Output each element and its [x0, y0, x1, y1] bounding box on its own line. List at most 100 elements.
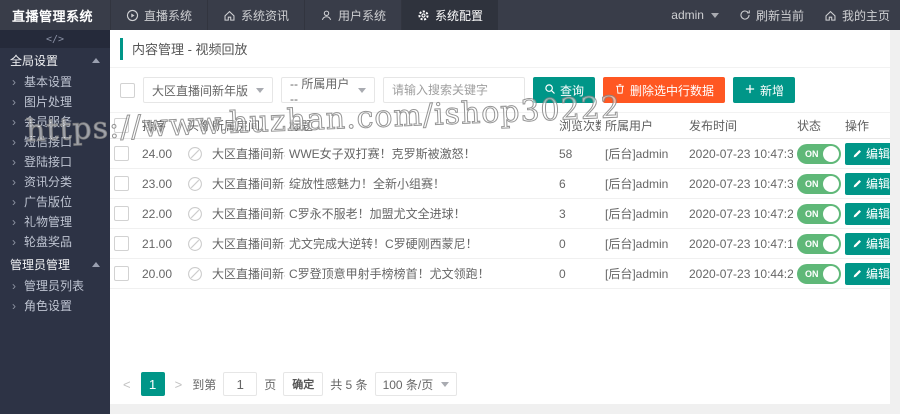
- avatar-placeholder-icon: [187, 176, 203, 192]
- prev-page-button[interactable]: <: [120, 377, 134, 392]
- chevron-right-icon: ›: [12, 112, 16, 132]
- edit-button[interactable]: 编辑: [845, 143, 890, 165]
- cell-user: [后台]admin: [601, 139, 685, 169]
- search-button[interactable]: 查询: [533, 77, 595, 103]
- sidebar-item[interactable]: › 短信接口: [0, 132, 110, 152]
- chevron-right-icon: ›: [12, 276, 16, 296]
- nav-item-3[interactable]: 用户系统: [304, 0, 401, 30]
- toggle-on-label: ON: [805, 149, 819, 159]
- status-toggle[interactable]: ON: [797, 144, 841, 164]
- cell-room: 大区直播间新年版: [208, 259, 285, 289]
- sidebar-item[interactable]: ›轮盘奖品: [0, 232, 110, 252]
- row-checkbox[interactable]: [114, 206, 129, 221]
- chevron-down-icon: [711, 13, 719, 18]
- navbar-link-2[interactable]: 我的主页: [814, 7, 900, 24]
- cell-time: 2020-07-23 10:47:20: [685, 199, 793, 229]
- cell-sort: 20.00: [138, 259, 183, 289]
- play-circle-icon: [126, 9, 139, 22]
- cell-time: 2020-07-23 10:47:39: [685, 139, 793, 169]
- edit-button[interactable]: 编辑: [845, 233, 890, 255]
- cell-sort: 21.00: [138, 229, 183, 259]
- row-checkbox[interactable]: [114, 236, 129, 251]
- cell-actions: 编辑...: [841, 229, 890, 259]
- nav-item-4[interactable]: 系统配置: [401, 0, 498, 30]
- sidebar-item[interactable]: ›角色设置: [0, 296, 110, 316]
- sidebar-item[interactable]: ›广告版位: [0, 192, 110, 212]
- page-1-button[interactable]: 1: [141, 372, 165, 396]
- chevron-right-icon: ›: [12, 132, 16, 152]
- sidebar-section-title-2[interactable]: 管理员管理: [0, 252, 110, 276]
- cell-avatar: [183, 139, 208, 169]
- cell-status: ON: [793, 139, 841, 169]
- toggle-knob: [823, 176, 839, 192]
- edit-button[interactable]: 编辑: [845, 203, 890, 225]
- cell-title: WWE女子双打赛！克罗斯被激怒！: [285, 139, 555, 169]
- pencil-icon: [852, 148, 863, 159]
- status-toggle[interactable]: ON: [797, 174, 841, 194]
- row-checkbox[interactable]: [114, 266, 129, 281]
- sidebar-item-label: 短信接口: [24, 135, 72, 149]
- chevron-right-icon: ›: [12, 232, 16, 252]
- chevron-up-icon: [92, 262, 100, 267]
- sidebar: </> 全局设置›基本设置›图片处理›会员服务›短信接口›登陆接口›资讯分类›广…: [0, 30, 110, 414]
- sidebar-item-label: 礼物管理: [24, 215, 72, 229]
- user-select[interactable]: -- 所属用户 --: [281, 77, 375, 103]
- sidebar-section-title-1[interactable]: 全局设置: [0, 48, 110, 72]
- table-header-cell: 所属用户: [601, 113, 685, 139]
- user-menu[interactable]: admin: [661, 8, 729, 22]
- next-page-button[interactable]: >: [172, 377, 186, 392]
- cell-user: [后台]admin: [601, 259, 685, 289]
- room-select-value: 大区直播间新年版: [152, 82, 248, 99]
- navbar-link-label: 我的主页: [842, 7, 890, 24]
- sidebar-item[interactable]: ›会员服务: [0, 112, 110, 132]
- refresh-icon: [739, 9, 751, 21]
- sidebar-item-label: 登陆接口: [24, 155, 72, 169]
- status-toggle[interactable]: ON: [797, 234, 841, 254]
- goto-confirm-button[interactable]: 确定: [283, 372, 323, 396]
- edit-button-label: 编辑: [866, 265, 890, 282]
- cell-room: 大区直播间新年版: [208, 199, 285, 229]
- filter-checkbox[interactable]: [120, 83, 135, 98]
- cell-sort: 22.00: [138, 199, 183, 229]
- page-size-select[interactable]: 100 条/页: [375, 372, 458, 396]
- sidebar-item[interactable]: ›登陆接口: [0, 152, 110, 172]
- search-input[interactable]: [383, 77, 525, 103]
- sidebar-item[interactable]: ›基本设置: [0, 72, 110, 92]
- select-all-checkbox[interactable]: [114, 118, 129, 133]
- nav-item-label: 用户系统: [338, 7, 386, 24]
- edit-button[interactable]: 编辑: [845, 263, 890, 285]
- sidebar-item[interactable]: ›资讯分类: [0, 172, 110, 192]
- cell-room: 大区直播间新年版: [208, 229, 285, 259]
- row-checkbox[interactable]: [114, 176, 129, 191]
- chevron-right-icon: ›: [12, 92, 16, 112]
- nav-item-1[interactable]: 直播系统: [110, 0, 207, 30]
- cell-actions: 编辑...: [841, 139, 890, 169]
- pencil-icon: [852, 268, 863, 279]
- toggle-on-label: ON: [805, 179, 819, 189]
- toggle-knob: [823, 146, 839, 162]
- status-toggle[interactable]: ON: [797, 264, 841, 284]
- cell-status: ON: [793, 259, 841, 289]
- status-toggle[interactable]: ON: [797, 204, 841, 224]
- room-select[interactable]: 大区直播间新年版: [143, 77, 273, 103]
- sidebar-item[interactable]: ›管理员列表: [0, 276, 110, 296]
- delete-selected-button[interactable]: 删除选中行数据: [603, 77, 725, 103]
- navbar-link-1[interactable]: 刷新当前: [729, 7, 814, 24]
- cell-checkbox: [110, 169, 138, 199]
- row-checkbox[interactable]: [114, 146, 129, 161]
- table-row: 20.00大区直播间新年版C罗登顶意甲射手榜榜首！尤文领跑！0[后台]admin…: [110, 259, 890, 289]
- delete-button-label: 删除选中行数据: [630, 82, 714, 99]
- sidebar-collapse-toggle[interactable]: </>: [0, 30, 110, 48]
- sidebar-item[interactable]: ›图片处理: [0, 92, 110, 112]
- nav-item-label: 系统资讯: [241, 7, 289, 24]
- trash-icon: [614, 83, 626, 98]
- avatar-placeholder-icon: [187, 266, 203, 282]
- cell-actions: 编辑...: [841, 169, 890, 199]
- goto-page-input[interactable]: [223, 372, 257, 396]
- add-button-label: 新增: [760, 82, 784, 99]
- navbar-link-label: 刷新当前: [756, 7, 804, 24]
- sidebar-item[interactable]: ›礼物管理: [0, 212, 110, 232]
- edit-button[interactable]: 编辑: [845, 173, 890, 195]
- add-button[interactable]: 新增: [733, 77, 795, 103]
- nav-item-2[interactable]: 系统资讯: [207, 0, 304, 30]
